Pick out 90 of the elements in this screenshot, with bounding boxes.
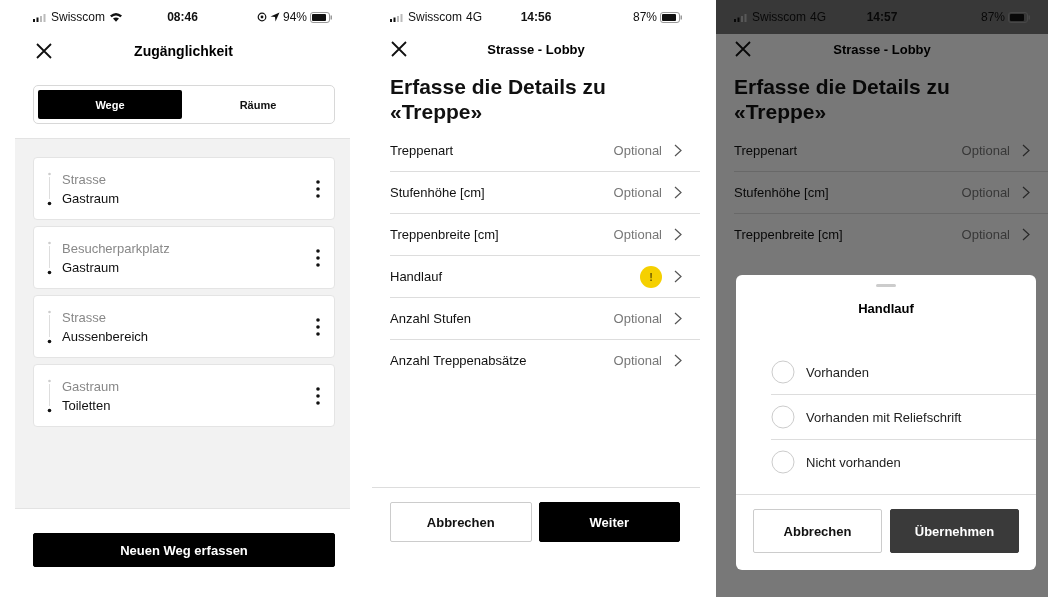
screen-title: Strasse - Lobby: [486, 41, 586, 57]
chevron-right-icon[interactable]: [674, 186, 682, 199]
field-label: Stufenhöhe [cm]: [734, 185, 830, 200]
battery-icon: [660, 11, 682, 23]
route-card[interactable]: Strasse Aussenbereich: [33, 295, 335, 358]
route-start: Strasse: [62, 171, 108, 187]
more-options-icon[interactable]: [316, 386, 320, 405]
route-line-icon: [47, 309, 52, 344]
page-heading: Erfasse die Details zu «Treppe»: [390, 74, 607, 124]
optional-hint: Optional: [613, 311, 662, 326]
screen-title: Strasse - Lobby: [832, 41, 932, 57]
chevron-right-icon[interactable]: [674, 228, 682, 241]
route-line-icon: [47, 240, 52, 275]
carrier-name: Swisscom: [51, 10, 105, 24]
route-card[interactable]: Strasse Gastraum: [33, 157, 335, 220]
battery-icon: [1008, 11, 1030, 23]
page-heading: Erfasse die Details zu «Treppe»: [734, 74, 951, 124]
form-row[interactable]: Anzahl Stufen Optional: [390, 298, 700, 340]
optional-hint: Optional: [613, 143, 662, 158]
route-end: Aussenbereich: [62, 328, 149, 344]
carrier-name: Swisscom: [408, 10, 462, 24]
close-icon[interactable]: [390, 40, 408, 58]
drag-handle[interactable]: [876, 284, 896, 287]
close-icon[interactable]: [35, 42, 53, 60]
battery-percentage: 87%: [632, 10, 657, 24]
field-label: Anzahl Treppenabsätze: [390, 353, 528, 368]
optional-hint: Optional: [961, 227, 1010, 242]
option-label: Nicht vorhanden: [806, 454, 901, 470]
signal-icon: [390, 12, 404, 22]
form-row[interactable]: Handlauf !: [390, 256, 700, 298]
optional-hint: Optional: [961, 143, 1010, 158]
field-label: Stufenhöhe [cm]: [390, 185, 486, 200]
chevron-right-icon[interactable]: [1022, 228, 1030, 241]
route-card[interactable]: Besucherparkplatz Gastraum: [33, 226, 335, 289]
radio-button[interactable]: [771, 405, 795, 429]
optional-hint: Optional: [613, 185, 662, 200]
screen-title: Zugänglichkeit: [133, 43, 234, 59]
cancel-button[interactable]: Abbrechen: [390, 502, 532, 542]
form-row[interactable]: Treppenbreite [cm] Optional: [390, 214, 700, 256]
battery-percentage: 94%: [283, 10, 307, 24]
chevron-right-icon[interactable]: [1022, 186, 1030, 199]
chevron-right-icon[interactable]: [674, 312, 682, 325]
chevron-right-icon[interactable]: [674, 270, 682, 283]
radio-button[interactable]: [771, 450, 795, 474]
route-start: Besucherparkplatz: [62, 240, 171, 256]
signal-icon: [734, 12, 748, 22]
more-options-icon[interactable]: [316, 248, 320, 267]
more-options-icon[interactable]: [316, 317, 320, 336]
field-label: Treppenbreite [cm]: [734, 227, 844, 242]
confirm-button[interactable]: Weiter: [538, 502, 680, 542]
optional-hint: Optional: [961, 185, 1010, 200]
network-type: 4G: [466, 10, 483, 24]
route-start: Gastraum: [62, 378, 121, 394]
route-start: Strasse: [62, 309, 108, 325]
radio-button[interactable]: [771, 360, 795, 384]
option-label: Vorhanden: [806, 364, 869, 380]
chevron-right-icon[interactable]: [674, 354, 682, 367]
form-row[interactable]: Anzahl Treppenabsätze Optional: [390, 340, 700, 381]
option-label: Vorhanden mit Reliefschrift: [806, 409, 962, 425]
clock-time: 08:46: [166, 10, 199, 24]
route-line-icon: [47, 171, 52, 206]
route-end: Gastraum: [62, 190, 121, 206]
more-options-icon[interactable]: [316, 179, 320, 198]
route-end: Toiletten: [62, 397, 112, 413]
field-label: Anzahl Stufen: [390, 311, 472, 326]
field-label: Handlauf: [390, 269, 444, 284]
field-label: Treppenbreite [cm]: [390, 227, 500, 242]
warning-badge: !: [640, 265, 662, 288]
chevron-right-icon[interactable]: [674, 144, 682, 157]
add-route-button[interactable]: Neuen Weg erfassen: [33, 533, 335, 567]
field-label: Treppenart: [734, 143, 799, 158]
route-end: Gastraum: [62, 259, 121, 275]
optional-hint: Optional: [613, 353, 662, 368]
clock-time: 14:56: [519, 10, 553, 24]
cancel-button[interactable]: Abbrechen: [753, 509, 882, 553]
form-row[interactable]: Treppenart Optional: [390, 130, 700, 172]
battery-icon: [310, 11, 332, 23]
field-label: Treppenart: [390, 143, 455, 158]
form-row[interactable]: Treppenbreite [cm] Optional: [734, 214, 1048, 255]
form-row[interactable]: Stufenhöhe [cm] Optional: [390, 172, 700, 214]
confirm-button[interactable]: Übernehmen: [890, 509, 1019, 553]
chevron-right-icon[interactable]: [1022, 144, 1030, 157]
route-card[interactable]: Gastraum Toiletten: [33, 364, 335, 427]
optional-hint: Optional: [613, 227, 662, 242]
route-line-icon: [47, 378, 52, 413]
signal-icon: [33, 12, 47, 22]
sheet-title: Handlauf: [858, 301, 914, 316]
tab[interactable]: Wege: [38, 90, 182, 119]
form-row[interactable]: Stufenhöhe [cm] Optional: [734, 172, 1048, 214]
form-row[interactable]: Treppenart Optional: [734, 130, 1048, 172]
